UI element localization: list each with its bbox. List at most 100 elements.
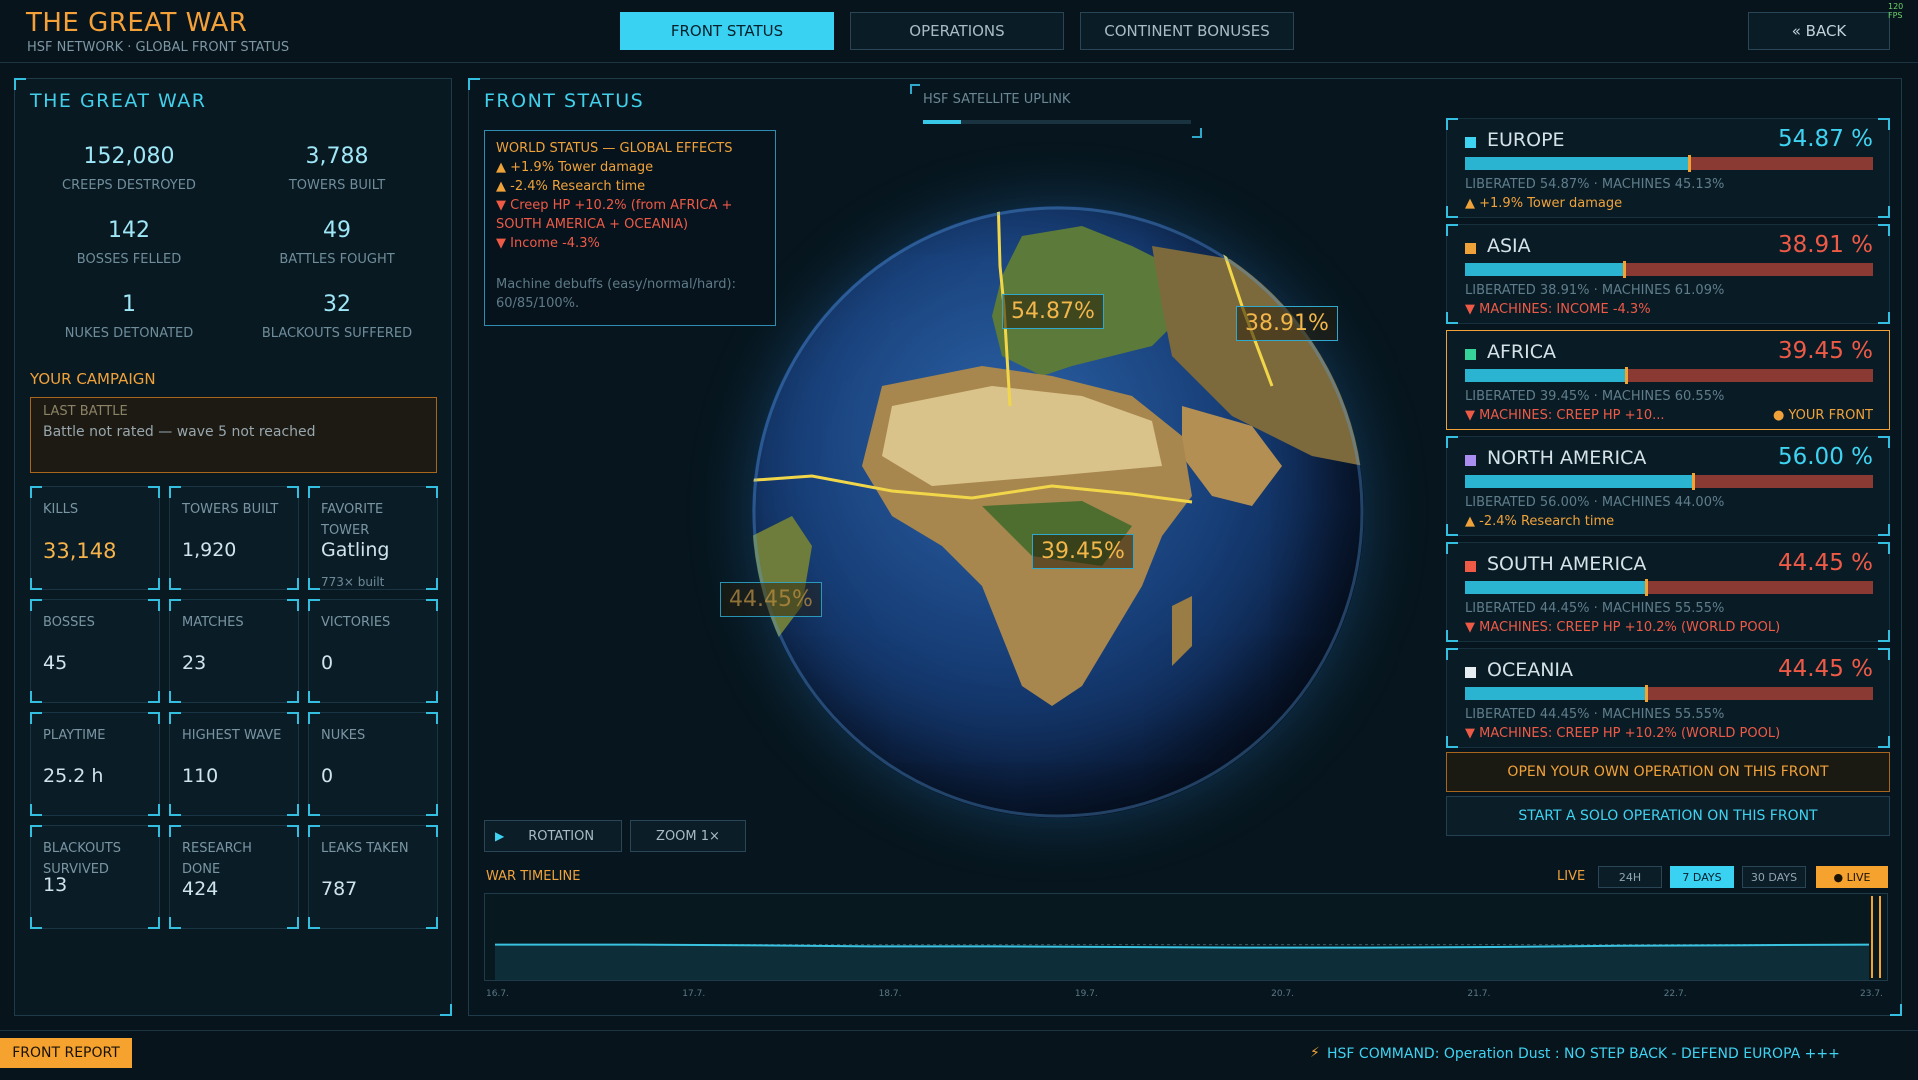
region-color-swatch [1465, 455, 1476, 466]
world-status-footnote: Machine debuffs (easy/normal/hard): 60/8… [496, 277, 736, 311]
stat-tile-label: TOWERS BUILT [182, 502, 279, 517]
world-status-line: ▲ +1.9% Tower damage [496, 160, 654, 175]
region-card-asia[interactable]: ASIA 38.91 % LIBERATED 38.91% · MACHINES 6… [1446, 224, 1890, 324]
corner-mark [308, 825, 320, 837]
stat-tile-value: 25.2 h [43, 765, 104, 787]
stat-tile-value: 45 [43, 652, 68, 674]
corner-mark [426, 578, 438, 590]
solo-operation-button[interactable]: START A SOLO OPERATION ON THIS FRONT [1446, 796, 1890, 836]
corner-mark [426, 486, 438, 498]
stat-tile-label: FAVORITE TOWER [321, 502, 384, 538]
region-progress-marker [1624, 367, 1628, 384]
corner-mark [169, 486, 181, 498]
corner-mark [1446, 542, 1458, 554]
world-status-effects: ▲ +1.9% Tower damage ▲ -2.4% Research tim… [496, 158, 764, 253]
corner-mark [30, 917, 42, 929]
region-liberation-text: LIBERATED 44.45% · MACHINES 55.55% [1465, 707, 1725, 722]
range-30days-button[interactable]: 30 DAYS [1742, 866, 1806, 888]
corner-mark [169, 825, 181, 837]
stat-tile-label: PLAYTIME [43, 728, 106, 743]
corner-mark [148, 804, 160, 816]
corner-mark [1446, 436, 1458, 448]
corner-mark [1446, 630, 1458, 642]
corner-mark [440, 1004, 452, 1016]
timeline-chart[interactable] [484, 893, 1888, 981]
stat-tile-value: 23 [182, 652, 207, 674]
stat-tile: BLACKOUTS SURVIVED 13 [30, 825, 160, 929]
uplink-progress-fill [923, 120, 961, 124]
timeline-tick-label: 17.7. [682, 989, 706, 999]
front-report-button[interactable]: FRONT REPORT [0, 1038, 132, 1068]
region-color-swatch [1465, 243, 1476, 254]
tab-front-status[interactable]: FRONT STATUS [620, 12, 834, 50]
stat-tile-label: LEAKS TAKEN [321, 841, 409, 856]
region-card-europe[interactable]: EUROPE 54.87 % LIBERATED 54.87% · MACHINES… [1446, 118, 1890, 218]
stat-tile: LEAKS TAKEN 787 [308, 825, 438, 929]
corner-mark [308, 712, 320, 724]
open-operation-button[interactable]: OPEN YOUR OWN OPERATION ON THIS FRONT [1446, 752, 1890, 792]
corner-mark [1446, 206, 1458, 218]
region-name: AFRICA [1487, 341, 1556, 363]
region-card-north-america[interactable]: NORTH AMERICA 56.00 % LIBERATED 56.00% · M… [1446, 436, 1890, 536]
corner-mark [1878, 118, 1890, 130]
zoom-button[interactable]: ZOOM 1× [630, 820, 746, 852]
region-card-south-america[interactable]: SOUTH AMERICA 44.45 % LIBERATED 44.45% · M… [1446, 542, 1890, 642]
stat-bosses-felled-value: 142 [108, 218, 150, 243]
back-button[interactable]: « BACK [1748, 12, 1890, 50]
corner-mark [287, 825, 299, 837]
region-percent: 56.00 % [1777, 444, 1873, 470]
campaign-title: YOUR CAMPAIGN [30, 370, 156, 388]
tab-continent-bonuses[interactable]: CONTINENT BONUSES [1080, 12, 1294, 50]
globe-label-asia: 38.91% [1236, 306, 1338, 341]
rotation-button[interactable]: ▶ ROTATION [484, 820, 622, 852]
corner-mark [169, 917, 181, 929]
timeline-tick-label: 18.7. [878, 989, 902, 999]
region-name: OCEANIA [1487, 659, 1574, 681]
last-battle-text: Battle not rated — wave 5 not reached [43, 424, 316, 440]
stat-tile-label: KILLS [43, 502, 79, 517]
region-progress-fill [1465, 369, 1626, 382]
range-24h-button[interactable]: 24H [1598, 866, 1662, 888]
range-live-button[interactable]: ● LIVE [1816, 866, 1888, 888]
region-effect: ▼ MACHINES: INCOME -4.3% [1465, 302, 1651, 317]
stat-tile-value: 0 [321, 652, 334, 674]
corner-mark [148, 917, 160, 929]
region-progress-marker [1687, 155, 1691, 172]
region-progress-fill [1465, 263, 1624, 276]
tab-operations[interactable]: OPERATIONS [850, 12, 1064, 50]
stat-creeps-destroyed-label: CREEPS DESTROYED [62, 178, 196, 193]
world-status-line: ▼ Creep HP +10.2% (from AFRICA + SOUTH A… [496, 198, 733, 232]
corner-mark [1890, 1004, 1902, 1016]
stat-creeps-destroyed-value: 152,080 [83, 144, 175, 169]
region-card-oceania[interactable]: OCEANIA 44.45 % LIBERATED 44.45% · MACHINE… [1446, 648, 1890, 748]
corner-mark [30, 804, 42, 816]
region-name: NORTH AMERICA [1487, 447, 1647, 469]
region-effect: ▼ MACHINES: CREEP HP +10.2% (WORLD POOL) [1465, 726, 1781, 741]
region-percent: 44.45 % [1777, 656, 1873, 682]
uplink-bracket [910, 84, 920, 94]
region-progress-bar [1465, 155, 1873, 172]
timeline-tick-label: 16.7. [486, 989, 509, 999]
timeline-live-label: LIVE [1557, 869, 1586, 884]
corner-mark [1446, 736, 1458, 748]
region-progress-fill [1465, 581, 1647, 594]
last-battle-card: LAST BATTLE Battle not rated — wave 5 no… [30, 397, 437, 473]
corner-mark [468, 78, 480, 90]
range-7days-button[interactable]: 7 DAYS [1670, 866, 1734, 888]
corner-mark [426, 599, 438, 611]
stat-tile: VICTORIES 0 [308, 599, 438, 703]
header-divider [0, 62, 1918, 63]
stat-tile-value: 787 [321, 878, 358, 900]
region-progress-marker [1692, 473, 1696, 490]
timeline-scrubber[interactable] [1871, 896, 1881, 978]
your-front-badge: ● YOUR FRONT [1772, 408, 1873, 423]
region-color-swatch [1465, 349, 1476, 360]
region-card-africa[interactable]: AFRICA 39.45 % LIBERATED 39.45% · MACHINES… [1446, 330, 1890, 430]
stat-blackouts-value: 32 [323, 292, 351, 317]
stat-tile-label: HIGHEST WAVE [182, 728, 282, 743]
game-title: THE GREAT WAR [26, 8, 248, 38]
stat-tile-label: BOSSES [43, 615, 95, 630]
region-name: ASIA [1487, 235, 1531, 257]
corner-mark [308, 917, 320, 929]
corner-mark [148, 599, 160, 611]
